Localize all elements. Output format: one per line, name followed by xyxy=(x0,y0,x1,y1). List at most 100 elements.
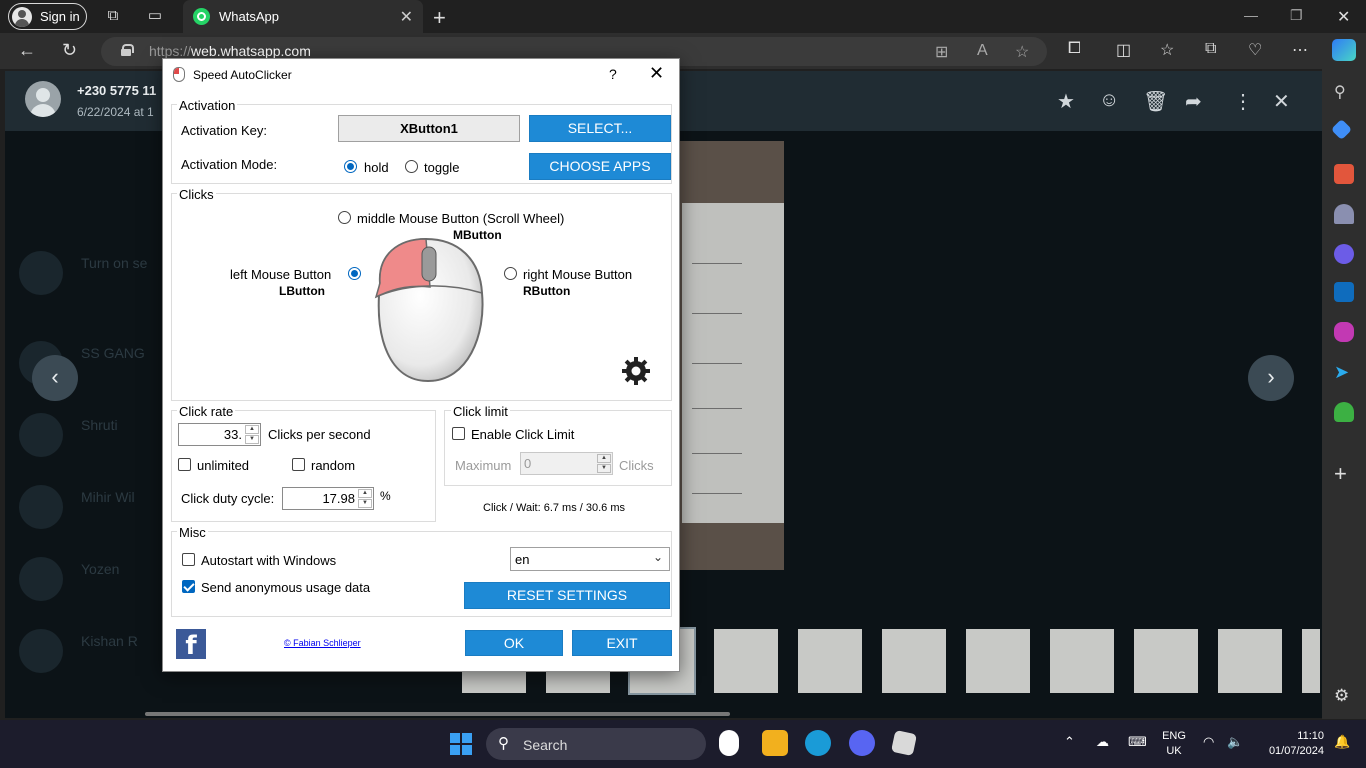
mode-hold-radio[interactable] xyxy=(344,160,357,173)
language-indicator[interactable]: ENG UK xyxy=(1158,729,1190,759)
autostart-checkbox[interactable] xyxy=(182,553,195,566)
exit-button[interactable]: EXIT xyxy=(572,630,672,656)
stepper-up-icon[interactable]: ▲ xyxy=(245,425,259,434)
random-label[interactable]: random xyxy=(311,458,355,473)
workspaces-icon[interactable]: ⧉ xyxy=(104,7,122,25)
facebook-icon[interactable]: f xyxy=(176,629,206,661)
mode-toggle-label[interactable]: toggle xyxy=(424,160,459,175)
clock[interactable]: 11:10 01/07/2024 xyxy=(1258,729,1324,759)
usage-data-checkbox[interactable] xyxy=(182,580,195,593)
forward-icon[interactable]: ➦ xyxy=(1185,89,1202,114)
add-sidebar-app-icon[interactable]: + xyxy=(1334,463,1354,485)
stepper-down-icon[interactable]: ▼ xyxy=(245,435,259,444)
browser-essentials-icon[interactable]: ♡ xyxy=(1248,40,1262,60)
settings-gear-icon[interactable] xyxy=(621,356,651,386)
enable-click-limit-label[interactable]: Enable Click Limit xyxy=(471,427,574,442)
star-icon[interactable]: ★ xyxy=(1057,89,1075,114)
copilot-icon[interactable] xyxy=(1332,39,1356,61)
stepper-down-icon[interactable]: ▼ xyxy=(597,464,611,473)
language-select[interactable]: en ⌄ xyxy=(510,547,670,571)
middle-button-radio[interactable] xyxy=(338,211,351,224)
close-viewer-icon[interactable]: ✕ xyxy=(1273,89,1290,114)
designer-icon[interactable] xyxy=(1334,322,1354,342)
roblox-icon[interactable] xyxy=(890,729,918,757)
start-button[interactable] xyxy=(450,733,472,755)
middle-button-label[interactable]: middle Mouse Button (Scroll Wheel) xyxy=(357,211,564,226)
media-thumbnail[interactable] xyxy=(712,627,780,695)
more-options-icon[interactable]: ⋮ xyxy=(1233,89,1253,114)
copilot-side-icon[interactable] xyxy=(1334,244,1354,264)
extensions-icon[interactable]: ⧠ xyxy=(1068,40,1081,58)
enable-click-limit-checkbox[interactable] xyxy=(452,427,465,440)
right-button-label[interactable]: right Mouse Button xyxy=(523,267,632,282)
sidebar-settings-icon[interactable]: ⚙ xyxy=(1334,686,1354,706)
tools-icon[interactable] xyxy=(1334,164,1354,184)
telegram-icon[interactable]: ➤ xyxy=(1334,362,1354,382)
usage-data-label[interactable]: Send anonymous usage data xyxy=(201,580,370,595)
dialog-title-bar[interactable]: Speed AutoClicker ? ✕ xyxy=(163,59,679,90)
discord-icon[interactable] xyxy=(849,730,875,756)
split-screen-icon[interactable]: ◫ xyxy=(1116,40,1131,60)
media-thumbnail[interactable] xyxy=(880,627,948,695)
delete-icon[interactable]: 🗑 xyxy=(1143,89,1168,114)
drop-icon[interactable] xyxy=(1334,402,1354,422)
restore-icon[interactable]: ❐ xyxy=(1290,7,1303,24)
edge-icon[interactable] xyxy=(805,730,831,756)
media-thumbnail[interactable] xyxy=(1216,627,1284,695)
media-thumbnail[interactable] xyxy=(964,627,1032,695)
emoji-icon[interactable]: ☺ xyxy=(1099,89,1119,112)
activation-key-field[interactable]: XButton1 xyxy=(338,115,520,142)
read-aloud-icon[interactable]: A xyxy=(977,42,988,60)
taskbar-search[interactable]: ⚲ Search xyxy=(486,728,706,760)
stepper-down-icon[interactable]: ▼ xyxy=(358,499,372,508)
autoclicker-taskbar-icon[interactable] xyxy=(719,730,739,756)
notification-bell-icon[interactable]: 🔔 xyxy=(1334,734,1350,750)
left-button-radio[interactable] xyxy=(348,267,361,280)
right-button-radio[interactable] xyxy=(504,267,517,280)
unlimited-checkbox[interactable] xyxy=(178,458,191,471)
search-icon[interactable]: ⚲ xyxy=(1334,82,1354,102)
more-menu-icon[interactable]: ⋯ xyxy=(1292,40,1308,60)
outlook-icon[interactable] xyxy=(1334,282,1354,302)
select-key-button[interactable]: SELECT... xyxy=(529,115,671,142)
reset-settings-button[interactable]: RESET SETTINGS xyxy=(464,582,670,609)
author-link[interactable]: © Fabian Schlieper xyxy=(284,638,361,648)
shopping-tag-icon[interactable] xyxy=(1330,118,1353,141)
ok-button[interactable]: OK xyxy=(465,630,563,656)
sign-in-button[interactable]: Sign in xyxy=(8,3,87,30)
dialog-close-button[interactable]: ✕ xyxy=(649,63,664,84)
favorites-icon[interactable]: ☆ xyxy=(1160,40,1174,60)
show-hidden-icons-icon[interactable]: ⌃ xyxy=(1064,734,1075,750)
horizontal-scrollbar[interactable] xyxy=(145,712,730,716)
weather-icon[interactable]: ☁ xyxy=(1096,734,1109,750)
games-icon[interactable] xyxy=(1334,204,1354,224)
previous-media-button[interactable]: ‹ xyxy=(32,355,78,401)
maximum-clicks-stepper[interactable]: 0 ▲ ▼ xyxy=(520,452,613,475)
help-button[interactable]: ? xyxy=(609,66,617,82)
back-icon[interactable]: ← xyxy=(18,40,36,61)
minimize-icon[interactable]: — xyxy=(1244,7,1258,23)
autostart-label[interactable]: Autostart with Windows xyxy=(201,553,336,568)
media-thumbnail[interactable] xyxy=(1300,627,1322,695)
tab-whatsapp[interactable]: WhatsApp ✕ xyxy=(183,0,423,33)
mode-hold-label[interactable]: hold xyxy=(364,160,389,175)
tab-actions-icon[interactable]: ▭ xyxy=(146,7,164,25)
stepper-up-icon[interactable]: ▲ xyxy=(358,489,372,498)
click-rate-stepper[interactable]: 33. ▲ ▼ xyxy=(178,423,261,446)
next-media-button[interactable]: › xyxy=(1248,355,1294,401)
keyboard-icon[interactable]: ⌨ xyxy=(1128,734,1147,750)
refresh-icon[interactable]: ↻ xyxy=(62,40,77,61)
avatar[interactable] xyxy=(25,81,61,117)
stepper-up-icon[interactable]: ▲ xyxy=(597,454,611,463)
media-thumbnail[interactable] xyxy=(1132,627,1200,695)
close-tab-icon[interactable]: ✕ xyxy=(400,7,413,27)
choose-apps-button[interactable]: CHOOSE APPS xyxy=(529,153,671,180)
unlimited-label[interactable]: unlimited xyxy=(197,458,249,473)
window-close-icon[interactable]: ✕ xyxy=(1337,7,1350,27)
new-tab-button[interactable]: + xyxy=(433,5,446,31)
left-button-label[interactable]: left Mouse Button xyxy=(230,267,331,282)
mode-toggle-radio[interactable] xyxy=(405,160,418,173)
favorite-star-icon[interactable]: ☆ xyxy=(1015,42,1029,62)
file-explorer-icon[interactable] xyxy=(762,730,788,756)
random-checkbox[interactable] xyxy=(292,458,305,471)
